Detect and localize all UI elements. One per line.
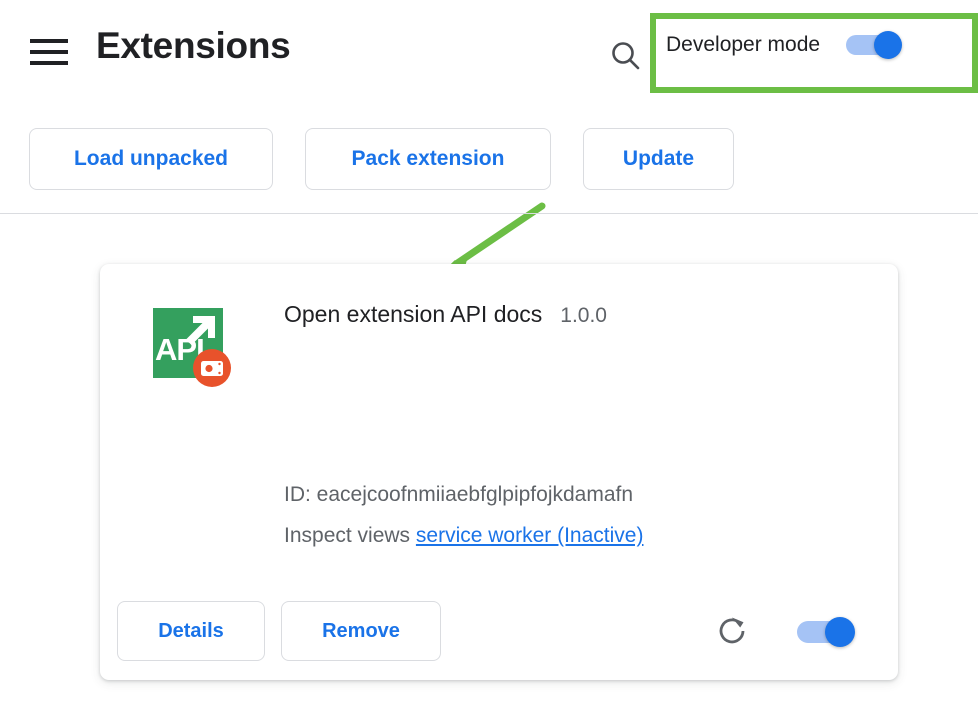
extension-title-row: Open extension API docs 1.0.0	[284, 301, 607, 328]
toolbar-divider	[0, 213, 978, 214]
service-worker-badge-icon	[192, 348, 232, 388]
remove-button[interactable]: Remove	[281, 601, 441, 661]
toggle-knob	[874, 31, 902, 59]
details-button[interactable]: Details	[117, 601, 265, 661]
hamburger-bar	[30, 39, 68, 43]
toggle-knob	[825, 617, 855, 647]
developer-mode-label: Developer mode	[666, 33, 820, 57]
extension-id: ID: eacejcoofnmiiaebfglpipfojkdamafn	[284, 474, 643, 515]
extensions-toolbar: Load unpacked Pack extension Update	[0, 128, 978, 194]
pack-extension-button[interactable]: Pack extension	[305, 128, 551, 190]
page-header: Extensions Developer mode	[0, 0, 978, 106]
hamburger-bar	[30, 61, 68, 65]
extension-card-actions: Details Remove	[100, 601, 898, 663]
extension-name: Open extension API docs	[284, 301, 542, 328]
load-unpacked-button[interactable]: Load unpacked	[29, 128, 273, 190]
extension-card: API Open extension API docs 1.0.0 ID: ea…	[100, 264, 898, 680]
api-docs-extension-icon: API	[153, 308, 229, 384]
developer-mode-toggle[interactable]	[846, 33, 902, 57]
search-icon[interactable]	[606, 36, 646, 76]
inspect-views-link[interactable]: service worker (Inactive)	[416, 524, 644, 547]
developer-mode-control[interactable]: Developer mode	[666, 33, 902, 57]
reload-icon[interactable]	[715, 613, 751, 649]
extension-enabled-toggle[interactable]	[797, 617, 857, 647]
hamburger-menu-icon[interactable]	[30, 35, 70, 69]
inspect-views-row: Inspect views service worker (Inactive)	[284, 515, 643, 556]
inspect-views-label: Inspect views	[284, 524, 410, 547]
update-button[interactable]: Update	[583, 128, 734, 190]
extension-version: 1.0.0	[560, 304, 607, 328]
extension-metadata: ID: eacejcoofnmiiaebfglpipfojkdamafn Ins…	[284, 474, 643, 556]
page-title: Extensions	[96, 26, 290, 67]
hamburger-bar	[30, 50, 68, 54]
